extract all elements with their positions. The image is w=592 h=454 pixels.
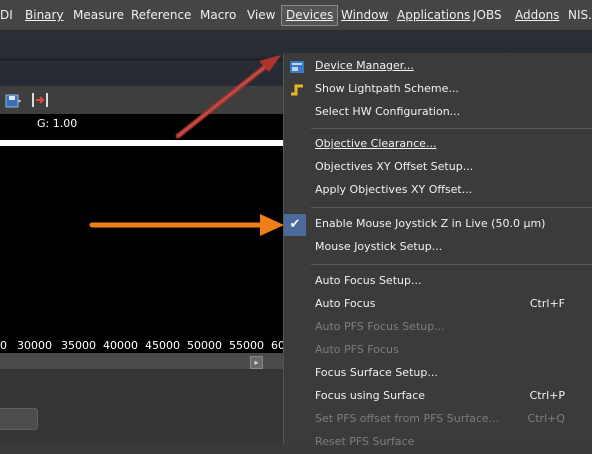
menu-item-label: Device Manager... — [315, 59, 414, 72]
menu-macro[interactable]: Macro — [200, 0, 236, 30]
menu-di[interactable]: DI — [0, 0, 13, 30]
lightpath-icon — [289, 82, 305, 98]
scroll-right-icon[interactable]: ▸ — [250, 356, 263, 369]
menu-item-focus-surface-setup[interactable]: Focus Surface Setup... — [284, 363, 592, 385]
devices-menu: Device Manager... Show Lightpath Scheme.… — [283, 53, 592, 448]
menu-window[interactable]: Window — [341, 0, 388, 30]
menu-separator — [311, 128, 592, 129]
tick-label: 40000 — [103, 339, 138, 352]
menu-item-label: Set PFS offset from PFS Surface... — [315, 412, 500, 425]
menu-item-label: Auto Focus — [315, 297, 376, 310]
status-area — [0, 369, 283, 444]
menu-item-device-manager[interactable]: Device Manager... — [284, 56, 592, 78]
menu-item-label: Auto Focus Setup... — [315, 274, 422, 287]
menu-item-reset-pfs-surface: Reset PFS Surface — [284, 432, 592, 454]
menu-item-label: Enable Mouse Joystick Z in Live (50.0 µm… — [315, 217, 546, 230]
menu-applications[interactable]: Applications — [397, 0, 470, 30]
menu-item-objectives-xy-setup[interactable]: Objectives XY Offset Setup... — [284, 157, 592, 179]
checkmark-icon: ✔ — [284, 214, 306, 236]
menu-item-focus-using-surface[interactable]: Focus using Surface Ctrl+P — [284, 386, 592, 408]
menu-item-label: Focus Surface Setup... — [315, 366, 438, 379]
tick-label: 45000 — [145, 339, 180, 352]
menu-separator — [311, 207, 592, 208]
menu-item-shortcut: Ctrl+F — [529, 297, 565, 310]
menu-item-shortcut: Ctrl+Q — [527, 412, 565, 425]
menu-item-label: Show Lightpath Scheme... — [315, 82, 459, 95]
menu-addons[interactable]: Addons — [515, 0, 559, 30]
menu-item-mouse-joystick-z[interactable]: ✔ Enable Mouse Joystick Z in Live (50.0 … — [284, 214, 592, 236]
menu-nis[interactable]: NIS... — [568, 0, 592, 30]
menu-item-label: Apply Objectives XY Offset... — [315, 183, 473, 196]
tick-label: 35000 — [61, 339, 96, 352]
menu-item-shortcut: Ctrl+P — [529, 389, 565, 402]
value-field[interactable] — [0, 408, 38, 430]
horizontal-scrollbar[interactable]: ▸ — [0, 353, 283, 369]
menu-reference[interactable]: Reference — [131, 0, 191, 30]
menu-measure[interactable]: Measure — [73, 0, 124, 30]
menu-binary[interactable]: Binary — [25, 0, 64, 30]
menu-item-label: Auto PFS Focus Setup... — [315, 320, 445, 333]
menu-devices[interactable]: Devices — [281, 5, 339, 26]
menu-item-hw-config[interactable]: Select HW Configuration... — [284, 102, 592, 124]
menu-item-auto-focus-setup[interactable]: Auto Focus Setup... — [284, 271, 592, 293]
menu-item-apply-xy-offset[interactable]: Apply Objectives XY Offset... — [284, 180, 592, 202]
menu-bar: DI Binary Measure Reference Macro View D… — [0, 0, 592, 31]
fit-range-icon[interactable] — [31, 92, 49, 112]
menu-item-objective-clearance[interactable]: Objective Clearance... — [284, 134, 592, 156]
menu-item-mouse-joystick-setup[interactable]: Mouse Joystick Setup... — [284, 237, 592, 259]
tick-label: 30000 — [17, 339, 52, 352]
menu-item-label: Reset PFS Surface — [315, 435, 415, 448]
menu-item-label: Objectives XY Offset Setup... — [315, 160, 474, 173]
menu-item-label: Select HW Configuration... — [315, 105, 461, 118]
menu-item-label: Mouse Joystick Setup... — [315, 240, 443, 253]
device-manager-icon — [289, 59, 305, 75]
menu-item-label: Objective Clearance... — [315, 137, 437, 150]
tick-label: 0 — [0, 339, 7, 352]
tick-label: 55000 — [229, 339, 264, 352]
menu-jobs[interactable]: JOBS — [473, 0, 502, 30]
image-toolbar — [0, 86, 283, 114]
histogram-line — [0, 140, 283, 146]
image-view[interactable] — [0, 114, 283, 339]
menu-separator — [311, 264, 592, 265]
menu-item-label: Auto PFS Focus — [315, 343, 399, 356]
save-icon[interactable] — [5, 93, 21, 112]
axis-ticks: 0 30000 35000 40000 45000 50000 55000 60 — [0, 339, 285, 353]
menu-item-auto-focus[interactable]: Auto Focus Ctrl+F — [284, 294, 592, 316]
menu-item-set-pfs-offset: Set PFS offset from PFS Surface... Ctrl+… — [284, 409, 592, 431]
tick-label: 50000 — [187, 339, 222, 352]
menu-item-auto-pfs-focus: Auto PFS Focus — [284, 340, 592, 362]
menu-item-auto-pfs-focus-setup: Auto PFS Focus Setup... — [284, 317, 592, 339]
menu-item-label: Focus using Surface — [315, 389, 426, 402]
menu-item-lightpath[interactable]: Show Lightpath Scheme... — [284, 79, 592, 101]
menu-view[interactable]: View — [247, 0, 275, 30]
gain-label: G: 1.00 — [37, 117, 78, 130]
